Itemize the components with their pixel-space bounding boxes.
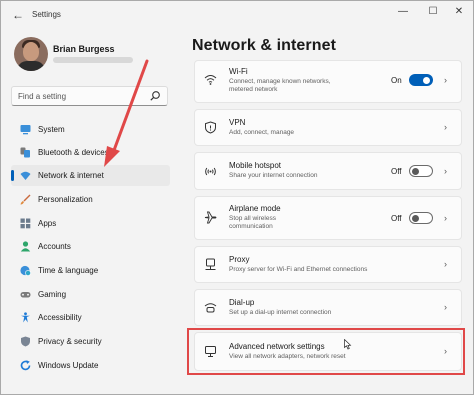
toggle-state-label: Off (391, 167, 402, 176)
sidebar-item-label: Apps (38, 219, 57, 228)
mobile-hotspot-toggle[interactable] (409, 165, 433, 177)
card-subtitle: Share your internet connection (229, 172, 318, 179)
sidebar-item-personalization[interactable]: Personalization (11, 189, 170, 210)
airplane-mode-toggle[interactable] (409, 212, 433, 224)
settings-window: ← Settings — ☐ ✕ Brian Burgess System Bl… (0, 0, 474, 395)
search-input[interactable] (18, 90, 148, 103)
sidebar-item-label: Bluetooth & devices (38, 148, 109, 157)
wifi-icon (204, 75, 217, 85)
card-title: Dial-up (229, 298, 255, 307)
brush-icon (20, 194, 31, 205)
monitor-icon (20, 125, 31, 135)
app-title: Settings (32, 10, 61, 19)
sidebar-item-label: Time & language (38, 266, 99, 275)
card-proxy[interactable]: Proxy Proxy server for Wi-Fi and Etherne… (194, 246, 462, 283)
sidebar-item-privacy-security[interactable]: Privacy & security (11, 331, 170, 352)
user-name: Brian Burgess (53, 44, 115, 54)
chevron-right-icon: › (444, 259, 447, 269)
selection-indicator (11, 170, 14, 181)
chevron-right-icon: › (444, 302, 447, 312)
chevron-right-icon: › (444, 75, 447, 85)
sidebar-item-windows-update[interactable]: Windows Update (11, 355, 170, 376)
sidebar-item-gaming[interactable]: Gaming (11, 284, 170, 305)
sidebar-item-bluetooth-devices[interactable]: Bluetooth & devices (11, 142, 170, 163)
sidebar-item-label: System (38, 125, 65, 134)
card-subtitle: Set up a dial-up internet connection (229, 309, 332, 316)
close-button[interactable]: ✕ (449, 4, 469, 20)
minimize-button[interactable]: — (393, 4, 413, 20)
sidebar-item-label: Personalization (38, 195, 93, 204)
page-title: Network & internet (192, 37, 337, 54)
card-title: Mobile hotspot (229, 161, 282, 170)
maximize-button[interactable]: ☐ (423, 4, 443, 20)
wifi-icon (20, 171, 31, 180)
user-email-redacted (53, 57, 133, 63)
card-title: Wi-Fi (229, 67, 248, 76)
avatar[interactable] (14, 37, 48, 71)
sidebar-item-label: Privacy & security (38, 337, 102, 346)
chevron-right-icon: › (444, 213, 447, 223)
card-subtitle: Stop all wireless communication (229, 215, 276, 230)
search-box[interactable] (11, 86, 168, 106)
vpn-shield-icon (205, 121, 216, 134)
airplane-icon (204, 211, 217, 224)
card-airplane-mode[interactable]: Airplane mode Stop all wireless communic… (194, 196, 462, 240)
sidebar-item-network-internet[interactable]: Network & internet (11, 165, 170, 186)
dialup-icon (204, 303, 217, 313)
chevron-right-icon: › (444, 166, 447, 176)
proxy-icon (205, 258, 216, 270)
sidebar-item-system[interactable]: System (11, 119, 170, 140)
gamepad-icon (20, 292, 31, 298)
annotation-highlight-box (187, 328, 465, 375)
globe-clock-icon (20, 265, 31, 276)
person-icon (20, 241, 31, 252)
toggle-state-label: On (391, 76, 402, 85)
card-wifi[interactable]: Wi-Fi Connect, manage known networks, me… (194, 60, 462, 103)
card-subtitle: Add, connect, manage (229, 129, 295, 136)
apps-icon (20, 218, 31, 229)
sidebar-item-label: Network & internet (38, 171, 104, 180)
search-icon[interactable] (149, 90, 161, 102)
card-vpn[interactable]: VPN Add, connect, manage › (194, 109, 462, 146)
update-icon (20, 360, 31, 371)
back-button[interactable]: ← (9, 6, 27, 24)
sidebar-item-apps[interactable]: Apps (11, 213, 170, 234)
card-dial-up[interactable]: Dial-up Set up a dial-up internet connec… (194, 289, 462, 326)
sidebar-item-label: Accessibility (38, 313, 82, 322)
hotspot-icon (205, 167, 216, 176)
card-subtitle: Connect, manage known networks, metered … (229, 78, 331, 93)
card-title: Airplane mode (229, 204, 281, 213)
card-title: Proxy (229, 255, 250, 264)
sidebar-item-accessibility[interactable]: Accessibility (11, 307, 170, 328)
sidebar-item-label: Accounts (38, 242, 71, 251)
toggle-state-label: Off (391, 214, 402, 223)
accessibility-icon (21, 312, 30, 323)
shield-icon (21, 336, 30, 347)
sidebar-item-accounts[interactable]: Accounts (11, 236, 170, 257)
title-bar: ← Settings — ☐ ✕ (1, 1, 474, 31)
card-mobile-hotspot[interactable]: Mobile hotspot Share your internet conne… (194, 152, 462, 190)
bluetooth-icon (20, 147, 30, 158)
sidebar-item-label: Gaming (38, 290, 67, 299)
card-title: VPN (229, 118, 246, 127)
card-subtitle: Proxy server for Wi-Fi and Ethernet conn… (229, 266, 368, 273)
chevron-right-icon: › (444, 122, 447, 132)
sidebar-item-time-language[interactable]: Time & language (11, 260, 170, 281)
sidebar-item-label: Windows Update (38, 361, 99, 370)
wifi-toggle[interactable] (409, 74, 433, 86)
